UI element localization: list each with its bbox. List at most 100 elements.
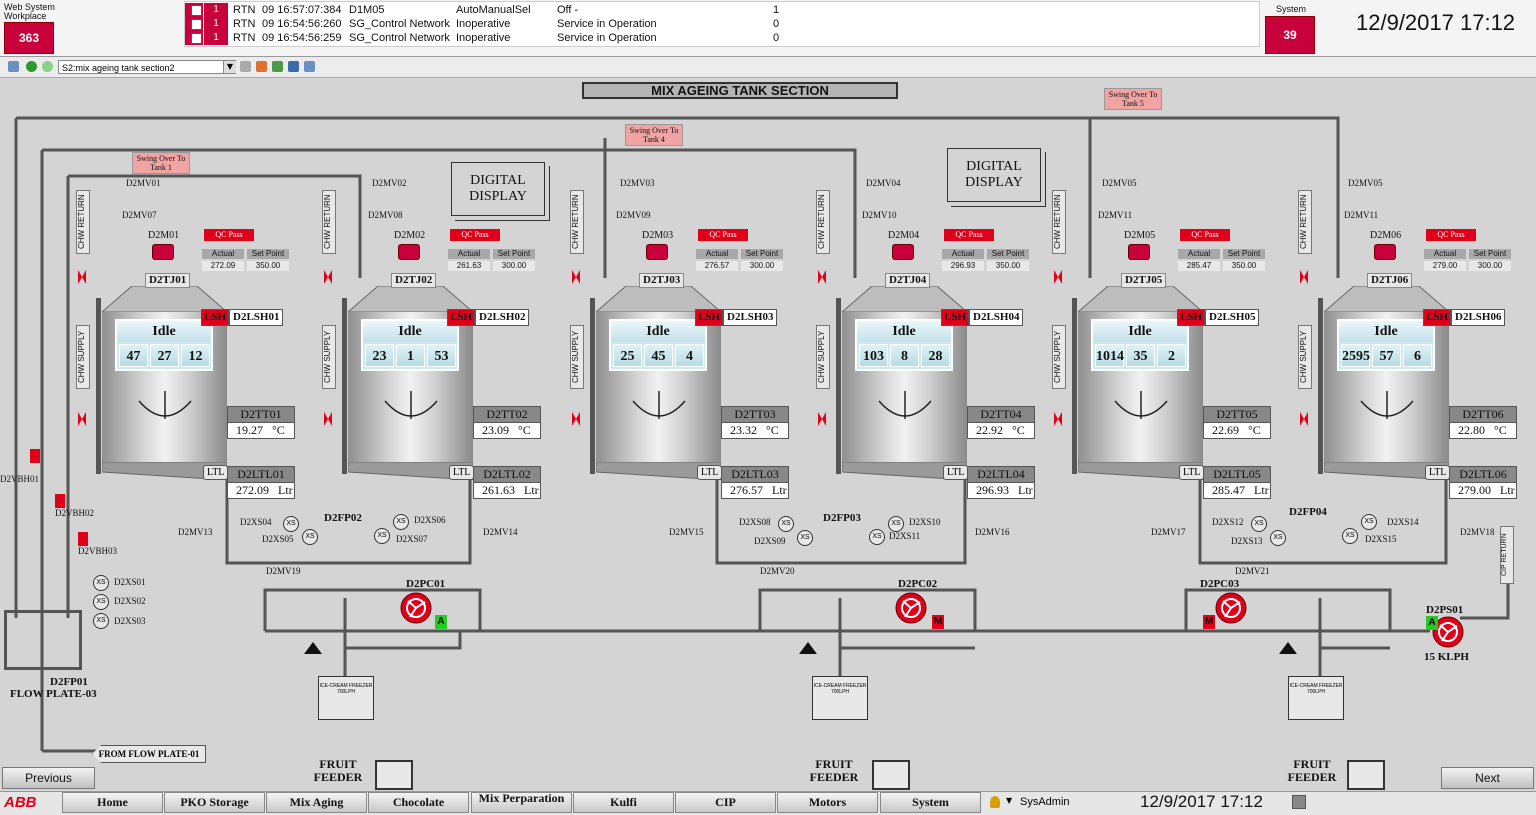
workplace-alarm-count[interactable]: 363 [4, 22, 54, 54]
pin-icon[interactable] [8, 61, 19, 72]
setpoint-value[interactable]: 300.00 [1469, 261, 1511, 271]
pump-mode-indicator[interactable]: M [1203, 615, 1215, 629]
setpoint-value[interactable]: 300.00 [741, 261, 783, 271]
qc-status-badge[interactable]: QC Pass [944, 229, 994, 241]
mv-valve-label[interactable]: D2MV18 [1460, 527, 1495, 537]
ice-cream-freezer[interactable]: ICE-CREAM FREEZER 700LPH [318, 676, 374, 720]
level-transmitter[interactable]: D2LTL01 272.09 Ltr [227, 466, 295, 499]
mv-valve-label[interactable]: D2MV13 [178, 527, 213, 537]
tank-status-panel[interactable]: Idle 1014 35 2 [1091, 319, 1189, 371]
ltl-indicator[interactable]: LTL [697, 465, 723, 480]
xs-valve-icon[interactable]: XS [778, 516, 794, 532]
mv-valve-label[interactable]: D2MV02 [372, 178, 407, 188]
level-switch-high[interactable]: LSH D2LSH04 [941, 309, 1024, 326]
nav-tab[interactable]: Motors [777, 792, 878, 813]
qc-status-badge[interactable]: QC Pass [450, 229, 500, 241]
mv-valve-label[interactable]: D2MV21 [1235, 566, 1270, 576]
tank-status-panel[interactable]: Idle 25 45 4 [609, 319, 707, 371]
qc-status-badge[interactable]: QC Pass [698, 229, 748, 241]
temperature-transmitter[interactable]: D2TT05 22.69 °C [1203, 406, 1271, 439]
ltl-indicator[interactable]: LTL [943, 465, 969, 480]
setpoint-value[interactable]: 300.00 [493, 261, 535, 271]
vbh03-actuator-icon[interactable] [78, 532, 88, 546]
temperature-transmitter[interactable]: D2TT06 22.80 °C [1449, 406, 1517, 439]
mv-valve-label[interactable]: D2MV09 [616, 210, 651, 220]
centrifugal-pump-icon[interactable] [1213, 592, 1251, 624]
system-alarm-count[interactable]: 39 [1265, 16, 1315, 54]
alarm-row[interactable]: 1 RTN 09 16:57:07:384 D1M05 AutoManualSe… [185, 3, 1259, 17]
mv-valve-label[interactable]: D2MV04 [866, 178, 901, 188]
display-selector[interactable]: S2:mix ageing tank section2 [58, 60, 236, 74]
fruit-feeder-hopper[interactable] [1347, 760, 1385, 790]
chevron-down-icon[interactable]: ▼ [223, 61, 236, 73]
temperature-transmitter[interactable]: D2TT04 22.92 °C [967, 406, 1035, 439]
alarm-list-icon[interactable] [256, 61, 267, 72]
level-switch-high[interactable]: LSH D2LSH02 [447, 309, 530, 326]
nav-tab[interactable]: Chocolate [368, 792, 469, 813]
mv-valve-label[interactable]: D2MV08 [368, 210, 403, 220]
xs-valve-icon[interactable]: XS [93, 613, 109, 629]
mv-valve-label[interactable]: D2MV14 [483, 527, 518, 537]
swing-over-tank1-label[interactable]: Swing Over To Tank 1 [132, 152, 190, 174]
level-transmitter[interactable]: D2LTL06 279.00 Ltr [1449, 466, 1517, 499]
alarm-ack-checkbox[interactable] [191, 5, 202, 16]
minimize-icon[interactable] [1292, 795, 1306, 809]
xs-valve-icon[interactable]: XS [869, 529, 885, 545]
centrifugal-pump-icon[interactable] [893, 592, 931, 624]
nav-tab[interactable]: System [880, 792, 981, 813]
previous-button[interactable]: Previous [2, 767, 95, 789]
xs-valve-icon[interactable]: XS [1251, 516, 1267, 532]
temperature-transmitter[interactable]: D2TT03 23.32 °C [721, 406, 789, 439]
mv-valve-label[interactable]: D2MV19 [266, 566, 301, 576]
temperature-transmitter[interactable]: D2TT01 19.27 °C [227, 406, 295, 439]
ice-cream-freezer[interactable]: ICE-CREAM FREEZER 700LPH [812, 676, 868, 720]
qc-status-badge[interactable]: QC Pass [204, 229, 254, 241]
mv-valve-label[interactable]: D2MV07 [122, 210, 157, 220]
level-transmitter[interactable]: D2LTL03 276.57 Ltr [721, 466, 789, 499]
agitator-motor-icon[interactable] [646, 244, 668, 260]
mv-valve-label[interactable]: D2MV01 [126, 178, 161, 188]
level-switch-high[interactable]: LSH D2LSH03 [695, 309, 778, 326]
qc-status-badge[interactable]: QC Pass [1426, 229, 1476, 241]
ltl-indicator[interactable]: LTL [449, 465, 475, 480]
xs-valve-icon[interactable]: XS [93, 575, 109, 591]
setpoint-value[interactable]: 350.00 [247, 261, 289, 271]
level-switch-high[interactable]: LSH D2LSH06 [1423, 309, 1506, 326]
fruit-feeder-label[interactable]: FRUIT FEEDER [1282, 758, 1342, 784]
swing-over-tank4-label[interactable]: Swing Over To Tank 4 [625, 124, 683, 146]
digital-display-box[interactable]: DIGITAL DISPLAY [947, 148, 1046, 207]
ltl-indicator[interactable]: LTL [203, 465, 229, 480]
event-list-icon[interactable] [272, 61, 283, 72]
level-switch-high[interactable]: LSH D2LSH01 [201, 309, 284, 326]
pump-mode-indicator[interactable]: A [1426, 616, 1438, 630]
forward-icon[interactable] [42, 61, 53, 72]
nav-tab[interactable]: Kulfi [573, 792, 674, 813]
mv-valve-label[interactable]: D2MV20 [760, 566, 795, 576]
next-button[interactable]: Next [1441, 767, 1534, 789]
mv-valve-label[interactable]: D2MV15 [669, 527, 704, 537]
mv-valve-label[interactable]: D2MV05 [1348, 178, 1383, 188]
tank-status-panel[interactable]: Idle 2595 57 6 [1337, 319, 1435, 371]
temperature-transmitter[interactable]: D2TT02 23.09 °C [473, 406, 541, 439]
ice-cream-freezer[interactable]: ICE-CREAM FREEZER 700LPH [1288, 676, 1344, 720]
print-icon[interactable] [240, 61, 251, 72]
trend-icon[interactable] [304, 61, 315, 72]
back-icon[interactable] [26, 61, 37, 72]
mv-valve-label[interactable]: D2MV11 [1098, 210, 1132, 220]
vbh02-actuator-icon[interactable] [55, 494, 65, 508]
mv-valve-label[interactable]: D2MV10 [862, 210, 897, 220]
close-window-icon[interactable] [288, 61, 299, 72]
mv-valve-label[interactable]: D2MV05 [1102, 178, 1137, 188]
xs-valve-icon[interactable]: XS [283, 516, 299, 532]
xs-valve-icon[interactable]: XS [888, 516, 904, 532]
tank-status-panel[interactable]: Idle 47 27 12 [115, 319, 213, 371]
mv-valve-label[interactable]: D2MV03 [620, 178, 655, 188]
flow-plate-01[interactable] [4, 610, 82, 670]
xs-valve-icon[interactable]: XS [1270, 530, 1286, 546]
swing-over-tank5-label[interactable]: Swing Over To Tank 5 [1104, 88, 1162, 110]
nav-tab[interactable]: Mix Perparation [471, 792, 572, 813]
level-switch-high[interactable]: LSH D2LSH05 [1177, 309, 1260, 326]
vbh01-actuator-icon[interactable] [30, 449, 40, 463]
alarm-row[interactable]: 1 RTN 09 16:54:56:260 SG_Control Network… [185, 17, 1259, 31]
centrifugal-pump-icon[interactable] [398, 592, 436, 624]
